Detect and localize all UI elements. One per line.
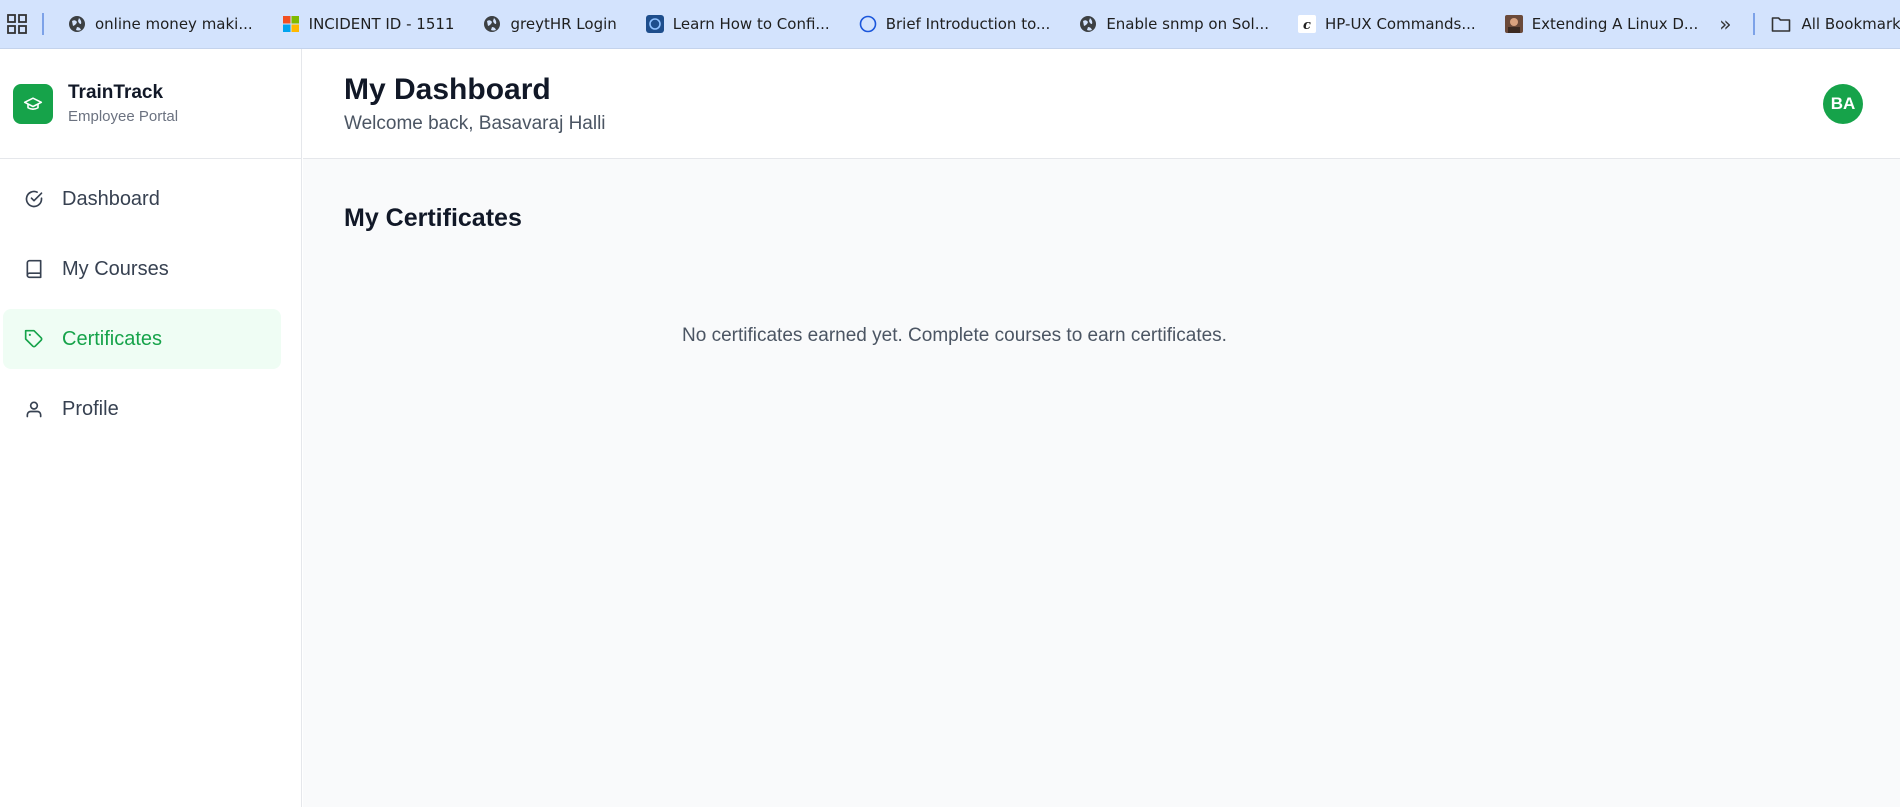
welcome-message: Welcome back, Basavaraj Halli [344, 113, 606, 134]
sidebar-item-label: Profile [62, 397, 119, 420]
certificates-section: My Certificates No certificates earned y… [303, 159, 1900, 347]
sidebar-item-profile[interactable]: Profile [3, 379, 281, 439]
graduation-cap-icon [23, 96, 43, 110]
empty-state-message: No certificates earned yet. Complete cou… [682, 325, 1227, 346]
bookmark-label: Extending A Linux D... [1531, 15, 1699, 33]
bookmark-label: INCIDENT ID - 1511 [308, 15, 455, 33]
bookmarks-bar: online money maki... INCIDENT ID - 1511 … [0, 0, 1900, 49]
sidebar-item-label: My Courses [62, 257, 169, 280]
avatar[interactable]: BA [1823, 84, 1863, 124]
all-bookmarks-button[interactable]: All Bookmarks [1771, 15, 1900, 33]
bookmark-label: HP-UX Commands... [1325, 15, 1476, 33]
svg-text:c: c [1303, 18, 1311, 33]
sidebar-item-certificates[interactable]: Certificates [3, 309, 281, 369]
sidebar-item-dashboard[interactable]: Dashboard [3, 169, 281, 229]
sidebar: TrainTrack Employee Portal Dashboard My … [0, 49, 302, 807]
bookmark-label: Brief Introduction to... [885, 15, 1051, 33]
brand-name: TrainTrack [68, 82, 164, 103]
tag-icon [24, 329, 43, 348]
sidebar-item-label: Dashboard [62, 187, 160, 210]
app: TrainTrack Employee Portal Dashboard My … [0, 49, 1900, 807]
bookmark-label: online money maki... [95, 15, 253, 33]
check-circle-icon [25, 190, 43, 208]
apps-grid-icon[interactable] [6, 13, 28, 35]
bookmark-label: Learn How to Confi... [672, 15, 830, 33]
all-bookmarks-label: All Bookmarks [1801, 15, 1900, 33]
globe-icon [69, 16, 85, 32]
book-icon [26, 259, 42, 279]
bookmarks-divider [1753, 13, 1756, 35]
bookmark-hpux[interactable]: c HP-UX Commands... [1290, 7, 1484, 41]
header: My Dashboard Welcome back, Basavaraj Hal… [303, 49, 1900, 159]
c-icon: c [1298, 15, 1317, 33]
page-title: My Dashboard [344, 73, 551, 106]
bookmark-brief-intro[interactable]: Brief Introduction to... [851, 7, 1059, 41]
globe-icon [484, 16, 501, 32]
bookmark-incident[interactable]: INCIDENT ID - 1511 [274, 7, 463, 41]
microsoft-icon [282, 16, 299, 32]
bookmark-label: Enable snmp on Sol... [1106, 15, 1270, 33]
bookmark-enable-snmp[interactable]: Enable snmp on Sol... [1071, 7, 1277, 41]
site-icon [645, 15, 664, 33]
circle-icon [859, 15, 877, 33]
bookmark-learn-how[interactable]: Learn How to Confi... [638, 7, 838, 41]
main-area: My Dashboard Welcome back, Basavaraj Hal… [303, 49, 1900, 807]
brand-logo [13, 83, 53, 124]
user-icon [26, 401, 42, 418]
section-title: My Certificates [344, 204, 522, 232]
globe-icon [1080, 16, 1097, 32]
brand-subtitle: Employee Portal [68, 108, 179, 125]
bookmark-greythr[interactable]: greytHR Login [475, 7, 624, 41]
folder-icon [1772, 17, 1791, 32]
sidebar-nav: Dashboard My Courses Certificates Profil… [0, 159, 301, 439]
bookmark-label: greytHR Login [510, 15, 617, 33]
bookmark-extending-linux[interactable]: Extending A Linux D... [1497, 7, 1707, 41]
sidebar-item-label: Certificates [62, 327, 163, 350]
photo-icon [1504, 15, 1523, 33]
brand-text: TrainTrack Employee Portal [68, 82, 178, 125]
more-bookmarks-icon[interactable]: » [1719, 12, 1731, 36]
sidebar-item-my-courses[interactable]: My Courses [3, 239, 281, 299]
brand: TrainTrack Employee Portal [0, 49, 301, 159]
bookmarks-divider [42, 13, 44, 35]
bookmark-online-money[interactable]: online money maki... [60, 7, 261, 41]
